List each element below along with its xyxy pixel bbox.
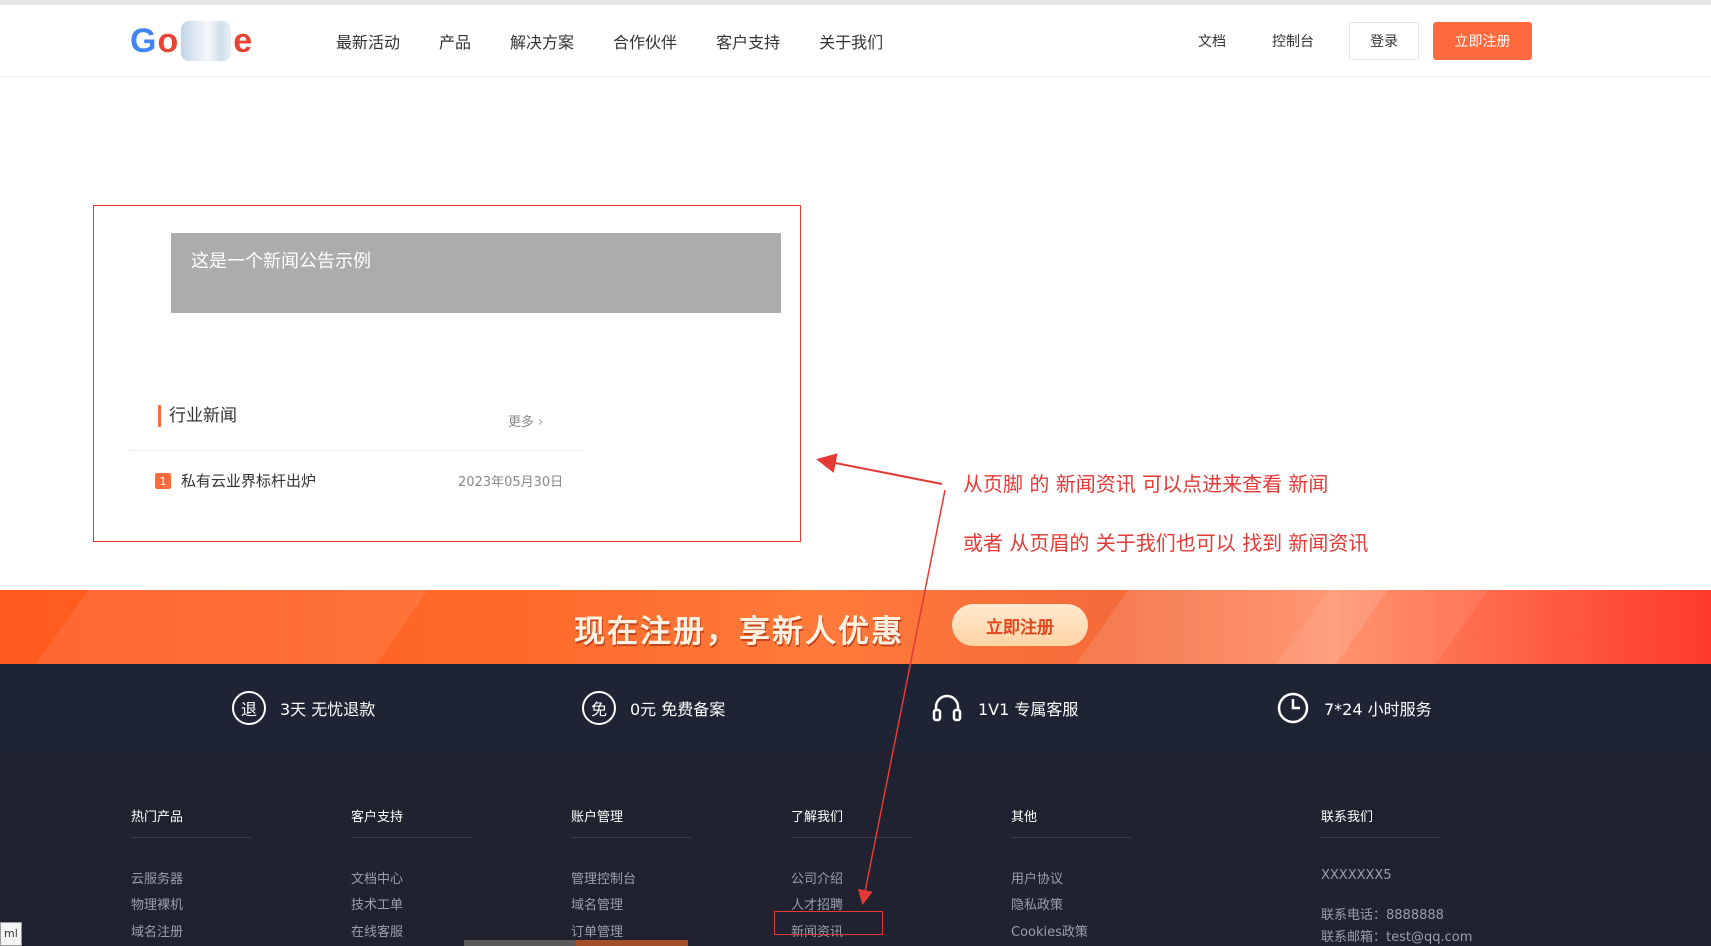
footer-link[interactable]: 技术工单: [351, 894, 403, 913]
footer-link[interactable]: 隐私政策: [1011, 894, 1063, 913]
more-link[interactable]: 更多 ›: [508, 411, 543, 430]
header-right-links: 文档 控制台: [1198, 5, 1360, 77]
nav-solutions[interactable]: 解决方案: [510, 29, 574, 53]
footer-news-highlight-box: [774, 911, 883, 935]
chevron-right-icon: ›: [538, 415, 544, 430]
feature-label: 1V1 专属客服: [978, 700, 1079, 719]
taskbar-item[interactable]: [576, 940, 688, 946]
footer-col-title: 客户支持: [351, 810, 404, 825]
annotation-note-2: 或者 从页眉的 关于我们也可以 找到 新闻资讯: [963, 531, 1369, 555]
footer-col-title: 其他: [1011, 810, 1038, 825]
feature-label: 3天 无忧退款: [280, 700, 376, 719]
promo-banner: 现在注册，享新人优惠 立即注册: [0, 590, 1711, 664]
news-item-title[interactable]: 私有云业界标杆出炉: [181, 470, 316, 491]
feature-refund: 退 3天 无忧退款: [232, 664, 375, 752]
google-logo[interactable]: Goe: [130, 19, 253, 63]
nav-about-us[interactable]: 关于我们: [819, 29, 883, 53]
annotation-note-1: 从页脚 的 新闻资讯 可以点进来查看 新闻: [963, 472, 1329, 496]
feature-24h: 7*24 小时服务: [1276, 664, 1432, 752]
news-section-title: 行业新闻: [158, 405, 237, 427]
news-item-date: 2023年05月30日: [458, 475, 564, 490]
main-nav: 最新活动 产品 解决方案 合作伙伴 客户支持 关于我们: [336, 5, 922, 77]
footer-col-title: 热门产品: [131, 810, 184, 825]
register-button[interactable]: 立即注册: [1433, 22, 1532, 60]
footer-link[interactable]: 在线客服: [351, 921, 403, 940]
nav-support[interactable]: 客户支持: [716, 29, 780, 53]
feature-label: 7*24 小时服务: [1324, 700, 1432, 719]
footer-link[interactable]: 订单管理: [571, 921, 623, 940]
footer-link[interactable]: 文档中心: [351, 868, 403, 887]
banner-register-button[interactable]: 立即注册: [952, 604, 1088, 646]
feature-service: 1V1 专属客服: [930, 664, 1078, 752]
clock-icon: [1277, 692, 1309, 724]
free-icon: 免: [582, 691, 616, 725]
footer-link[interactable]: 云服务器: [131, 868, 183, 887]
headset-icon: [932, 694, 962, 722]
nav-partners[interactable]: 合作伙伴: [613, 29, 677, 53]
news-rank-badge: 1: [155, 473, 171, 489]
notice-text: 这是一个新闻公告示例: [191, 251, 371, 272]
arrow-to-news-box: [816, 453, 943, 485]
features-bar: 退 3天 无忧退款 免 0元 免费备案 1V1 专属客服 7*24 小时服务: [0, 664, 1711, 752]
contact-phone: 联系电话：8888888: [1321, 908, 1444, 923]
docs-link[interactable]: 文档: [1198, 31, 1226, 51]
refund-icon: 退: [232, 691, 266, 725]
login-button[interactable]: 登录: [1349, 22, 1419, 60]
footer-col-title: 账户管理: [571, 810, 624, 825]
notice-banner[interactable]: 这是一个新闻公告示例: [171, 233, 781, 313]
logo-obscured-area: [181, 21, 232, 61]
site-header: Goe 最新活动 产品 解决方案 合作伙伴 客户支持 关于我们 文档 控制台 登…: [0, 5, 1711, 77]
contact-email: 联系邮箱：test@qq.com: [1321, 930, 1473, 945]
bottom-file-tab[interactable]: ml: [0, 922, 22, 946]
console-link[interactable]: 控制台: [1272, 31, 1314, 51]
banner-headline: 现在注册，享新人优惠: [574, 614, 904, 650]
contact-code: XXXXXXX5: [1321, 868, 1392, 883]
footer-link[interactable]: 用户协议: [1011, 868, 1063, 887]
nav-products[interactable]: 产品: [439, 29, 471, 53]
more-label: 更多: [508, 415, 535, 430]
footer-col-title: 了解我们: [791, 810, 844, 825]
footer-link[interactable]: Cookies政策: [1011, 921, 1088, 940]
footer-link[interactable]: 公司介绍: [791, 868, 843, 887]
feature-label: 0元 免费备案: [630, 700, 726, 719]
footer-link[interactable]: 域名注册: [131, 921, 183, 940]
feature-filing: 免 0元 免费备案: [582, 664, 725, 752]
footer-link[interactable]: 域名管理: [571, 894, 623, 913]
nav-latest-activity[interactable]: 最新活动: [336, 29, 400, 53]
footer-link[interactable]: 管理控制台: [571, 868, 636, 887]
footer-link[interactable]: 物理裸机: [131, 894, 183, 913]
footer-col-title: 联系我们: [1321, 810, 1374, 825]
taskbar-item[interactable]: [464, 940, 576, 946]
news-divider: [130, 450, 583, 451]
